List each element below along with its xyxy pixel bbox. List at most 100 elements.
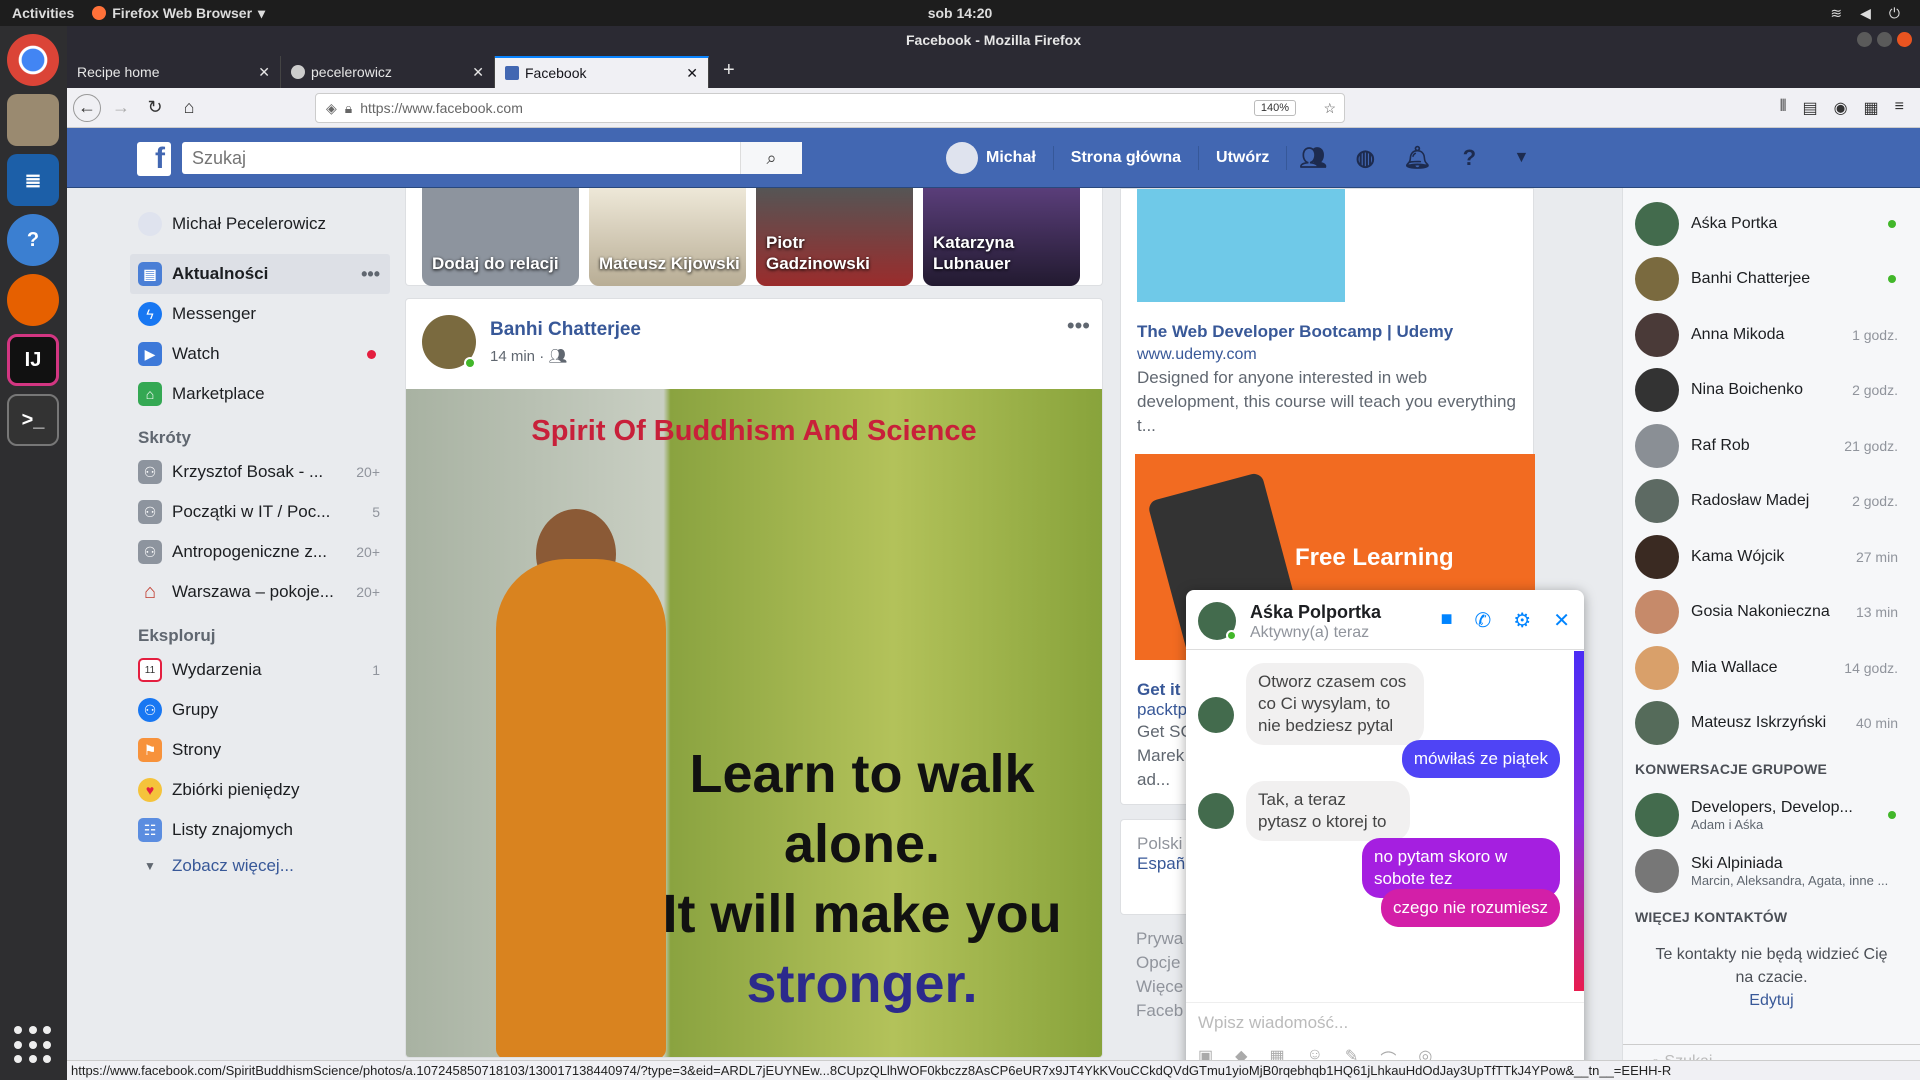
ad-url[interactable]: www.udemy.com bbox=[1137, 346, 1517, 364]
home-link[interactable]: Strona główna bbox=[1054, 146, 1200, 170]
clock[interactable]: sob 14:20 bbox=[928, 5, 993, 21]
sidebar-item-events[interactable]: 11 Wydarzenia 1 bbox=[130, 650, 390, 690]
firefox-icon[interactable] bbox=[7, 274, 59, 326]
facebook-logo-icon[interactable]: f bbox=[137, 142, 171, 176]
chat-contact[interactable]: Mateusz Iskrzyński 40 min bbox=[1623, 696, 1920, 752]
sidebar-item-shortcut[interactable]: ⚇ Krzysztof Bosak - ... 20+ bbox=[130, 452, 390, 492]
chat-contact[interactable]: Banhi Chatterjee bbox=[1623, 252, 1920, 308]
help-icon[interactable]: ? bbox=[7, 214, 59, 266]
forward-icon[interactable]: → bbox=[107, 94, 135, 122]
extensions-icon[interactable]: ▦ bbox=[1864, 98, 1879, 118]
files-icon[interactable] bbox=[7, 94, 59, 146]
sidebar-item-news-feed[interactable]: ▤ Aktualności ••• bbox=[130, 254, 390, 294]
watch-icon: ▶ bbox=[138, 342, 162, 366]
bookmark-star-icon[interactable]: ☆ bbox=[1323, 100, 1336, 117]
chrome-icon[interactable] bbox=[7, 34, 59, 86]
messenger-icon[interactable]: ◍ bbox=[1351, 144, 1379, 172]
maximize-button[interactable] bbox=[1877, 32, 1892, 47]
shield-icon[interactable]: ◈ bbox=[326, 100, 337, 117]
ad-image[interactable] bbox=[1137, 189, 1345, 302]
show-applications-icon[interactable] bbox=[14, 1026, 54, 1066]
back-icon[interactable]: ← bbox=[73, 93, 101, 122]
quote-line: alone. bbox=[783, 814, 941, 874]
edit-link[interactable]: Edytuj bbox=[1653, 989, 1890, 1012]
notifications-icon[interactable]: 🔔︎ bbox=[1403, 144, 1431, 172]
story-card[interactable]: Piotr Gadzinowski bbox=[756, 188, 913, 286]
ad-title[interactable]: The Web Developer Bootcamp | Udemy bbox=[1137, 322, 1517, 342]
post-options-icon[interactable]: ••• bbox=[1067, 313, 1090, 339]
chat-contact-name[interactable]: Aśka Polportka bbox=[1250, 602, 1381, 623]
sidebar-item-pages[interactable]: ⚑ Strony bbox=[130, 730, 390, 770]
new-tab-icon[interactable]: + bbox=[723, 59, 735, 82]
group-conversation[interactable]: Developers, Develop... Adam i Aśka bbox=[1623, 787, 1920, 843]
group-name: Ski Alpiniada bbox=[1691, 854, 1783, 872]
close-icon[interactable]: ✕ bbox=[1553, 608, 1570, 633]
reload-icon[interactable]: ↻ bbox=[141, 94, 169, 122]
minimize-button[interactable] bbox=[1857, 32, 1872, 47]
group-conversation[interactable]: Ski Alpiniada Marcin, Aleksandra, Agata, … bbox=[1623, 843, 1920, 899]
chat-contact[interactable]: Mia Wallace 14 godz. bbox=[1623, 640, 1920, 696]
chat-contact[interactable]: Gosia Nakonieczna 13 min bbox=[1623, 585, 1920, 641]
system-tray[interactable]: ≋ ◀ ⏻ bbox=[1830, 5, 1900, 22]
thread-scrollbar[interactable] bbox=[1574, 651, 1584, 991]
see-more-link[interactable]: ▼ Zobacz więcej... bbox=[130, 850, 390, 882]
close-tab-icon[interactable]: ✕ bbox=[472, 64, 484, 81]
friend-requests-icon[interactable]: 👥︎ bbox=[1299, 144, 1327, 172]
terminal-icon[interactable]: >_ bbox=[7, 394, 59, 446]
chat-contact[interactable]: Aśka Portka bbox=[1623, 196, 1920, 252]
close-tab-icon[interactable]: ✕ bbox=[258, 64, 270, 81]
library-icon[interactable]: ⫴ bbox=[1780, 98, 1787, 118]
post-author[interactable]: Banhi Chatterjee bbox=[490, 319, 641, 341]
profile-shortcut[interactable]: Michał Pecelerowicz bbox=[130, 200, 390, 248]
sidebar-item-groups[interactable]: ⚇ Grupy bbox=[130, 690, 390, 730]
chat-contact[interactable]: Radosław Madej 2 godz. bbox=[1623, 474, 1920, 530]
chat-contact[interactable]: Raf Rob 21 godz. bbox=[1623, 418, 1920, 474]
sidebar-item-friend-lists[interactable]: ☷ Listy znajomych bbox=[130, 810, 390, 850]
tab-facebook[interactable]: Facebook ✕ bbox=[495, 56, 709, 88]
zoom-indicator[interactable]: 140% bbox=[1253, 100, 1296, 116]
sidebar-item-fundraisers[interactable]: ♥ Zbiórki pieniędzy bbox=[130, 770, 390, 810]
story-card[interactable]: Dodaj do relacji bbox=[422, 188, 579, 286]
menu-icon[interactable]: ≡ bbox=[1895, 98, 1904, 118]
help-icon[interactable]: ? bbox=[1455, 144, 1483, 172]
post-time[interactable]: 14 min · 👥︎ bbox=[490, 347, 567, 365]
story-card[interactable]: Katarzyna Lubnauer bbox=[923, 188, 1080, 286]
item-count: 20+ bbox=[356, 584, 380, 600]
create-link[interactable]: Utwórz bbox=[1199, 146, 1288, 170]
chat-contact[interactable]: Kama Wójcik 27 min bbox=[1623, 529, 1920, 585]
more-options-icon[interactable]: ••• bbox=[361, 264, 380, 285]
account-menu-icon[interactable]: ▼ bbox=[1507, 144, 1535, 172]
phone-icon[interactable]: ✆ bbox=[1475, 608, 1492, 633]
profile-link[interactable]: Michał bbox=[929, 142, 1054, 174]
activities-button[interactable]: Activities bbox=[12, 5, 74, 21]
account-icon[interactable]: ◉ bbox=[1834, 98, 1848, 118]
app-menu[interactable]: Firefox Web Browser ▾ bbox=[92, 5, 265, 22]
search-button[interactable]: ⌕ bbox=[740, 142, 802, 174]
document-viewer-icon[interactable]: ≣ bbox=[7, 154, 59, 206]
search-input[interactable] bbox=[182, 142, 740, 174]
tab-recipe-home[interactable]: Recipe home ✕ bbox=[67, 56, 281, 88]
lock-icon[interactable]: 🔒︎ bbox=[345, 100, 352, 117]
sidebar-item-shortcut[interactable]: ⌂ Warszawa – pokoje... 20+ bbox=[130, 572, 390, 612]
message-input[interactable]: Wpisz wiadomość... bbox=[1186, 1002, 1584, 1042]
sidebar-item-messenger[interactable]: ϟ Messenger bbox=[130, 294, 390, 334]
sidebar-item-marketplace[interactable]: ⌂ Marketplace bbox=[130, 374, 390, 414]
video-call-icon[interactable]: ■ bbox=[1440, 608, 1452, 633]
intellij-icon[interactable]: IJ bbox=[7, 334, 59, 386]
url-bar[interactable]: ◈ 🔒︎ https://www.facebook.com 140% ☆ bbox=[315, 93, 1345, 123]
close-window-button[interactable] bbox=[1897, 32, 1912, 47]
chat-header[interactable]: Aśka Polportka Aktywny(a) teraz ■ ✆ ⚙ ✕ bbox=[1186, 590, 1584, 650]
sidebar-item-watch[interactable]: ▶ Watch bbox=[130, 334, 390, 374]
tab-github[interactable]: pecelerowicz ✕ bbox=[281, 56, 495, 88]
chat-contact[interactable]: Anna Mikoda 1 godz. bbox=[1623, 307, 1920, 363]
home-icon[interactable]: ⌂ bbox=[175, 94, 203, 122]
close-tab-icon[interactable]: ✕ bbox=[686, 65, 698, 82]
sidebar-icon[interactable]: ▤ bbox=[1802, 98, 1817, 118]
post-image[interactable]: Spirit Of Buddhism And Science Learn to … bbox=[406, 389, 1102, 1057]
sidebar-item-shortcut[interactable]: ⚇ Antropogeniczne z... 20+ bbox=[130, 532, 390, 572]
sidebar-item-shortcut[interactable]: ⚇ Początki w IT / Poc... 5 bbox=[130, 492, 390, 532]
gear-icon[interactable]: ⚙ bbox=[1513, 608, 1531, 633]
chat-contact[interactable]: Nina Boichenko 2 godz. bbox=[1623, 363, 1920, 419]
house-icon: ⌂ bbox=[138, 580, 162, 604]
story-card[interactable]: Mateusz Kijowski bbox=[589, 188, 746, 286]
